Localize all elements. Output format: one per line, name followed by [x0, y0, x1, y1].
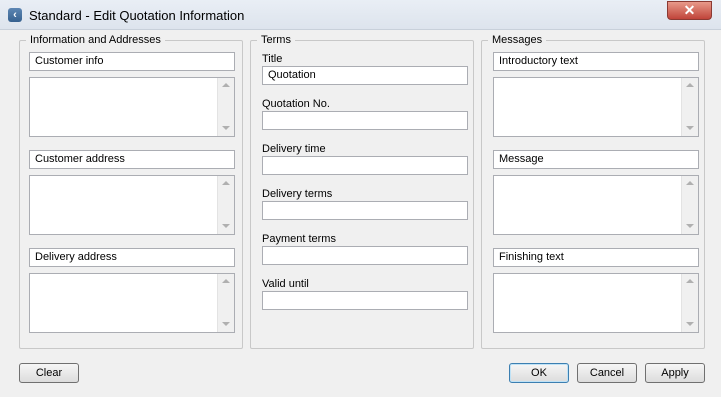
delivery-terms-label: Delivery terms [262, 188, 333, 200]
scroll-up-icon[interactable] [222, 181, 230, 185]
delivery-address-scrollbar[interactable] [217, 274, 234, 332]
window-title: Standard - Edit Quotation Information [29, 8, 245, 23]
scroll-down-icon[interactable] [222, 224, 230, 228]
scroll-down-icon[interactable] [222, 126, 230, 130]
scroll-up-icon[interactable] [222, 83, 230, 87]
scroll-up-icon[interactable] [686, 181, 694, 185]
title-input[interactable]: Quotation [262, 66, 468, 85]
scroll-down-icon[interactable] [686, 224, 694, 228]
delivery-time-label: Delivery time [262, 143, 326, 155]
customer-address-textarea[interactable] [29, 175, 235, 235]
app-back-icon[interactable]: ‹ [8, 8, 22, 22]
customer-address-header: Customer address [29, 150, 235, 169]
customer-info-textarea[interactable] [29, 77, 235, 137]
scroll-down-icon[interactable] [686, 322, 694, 326]
introductory-text-scrollbar[interactable] [681, 78, 698, 136]
scroll-down-icon[interactable] [686, 126, 694, 130]
quotation-no-label: Quotation No. [262, 98, 330, 110]
customer-info-scrollbar[interactable] [217, 78, 234, 136]
introductory-text-header: Introductory text [493, 52, 699, 71]
finishing-text-scrollbar[interactable] [681, 274, 698, 332]
cancel-button[interactable]: Cancel [577, 363, 637, 383]
clear-button[interactable]: Clear [19, 363, 79, 383]
message-header: Message [493, 150, 699, 169]
customer-address-scrollbar[interactable] [217, 176, 234, 234]
messages-legend: Messages [488, 34, 547, 46]
valid-until-input[interactable] [262, 291, 468, 310]
terms-legend: Terms [257, 34, 295, 46]
title-label: Title [262, 53, 283, 65]
information-addresses-legend: Information and Addresses [26, 34, 165, 46]
quotation-no-input[interactable] [262, 111, 468, 130]
delivery-address-header: Delivery address [29, 248, 235, 267]
scroll-down-icon[interactable] [222, 322, 230, 326]
delivery-time-input[interactable] [262, 156, 468, 175]
finishing-text-header: Finishing text [493, 248, 699, 267]
message-scrollbar[interactable] [681, 176, 698, 234]
scroll-up-icon[interactable] [222, 279, 230, 283]
payment-terms-label: Payment terms [262, 233, 336, 245]
close-button[interactable]: ✕ [667, 1, 712, 20]
customer-info-header: Customer info [29, 52, 235, 71]
payment-terms-input[interactable] [262, 246, 468, 265]
message-textarea[interactable] [493, 175, 699, 235]
apply-button[interactable]: Apply [645, 363, 705, 383]
scroll-up-icon[interactable] [686, 83, 694, 87]
delivery-terms-input[interactable] [262, 201, 468, 220]
finishing-text-textarea[interactable] [493, 273, 699, 333]
scroll-up-icon[interactable] [686, 279, 694, 283]
delivery-address-textarea[interactable] [29, 273, 235, 333]
introductory-text-textarea[interactable] [493, 77, 699, 137]
ok-button[interactable]: OK [509, 363, 569, 383]
valid-until-label: Valid until [262, 278, 309, 290]
